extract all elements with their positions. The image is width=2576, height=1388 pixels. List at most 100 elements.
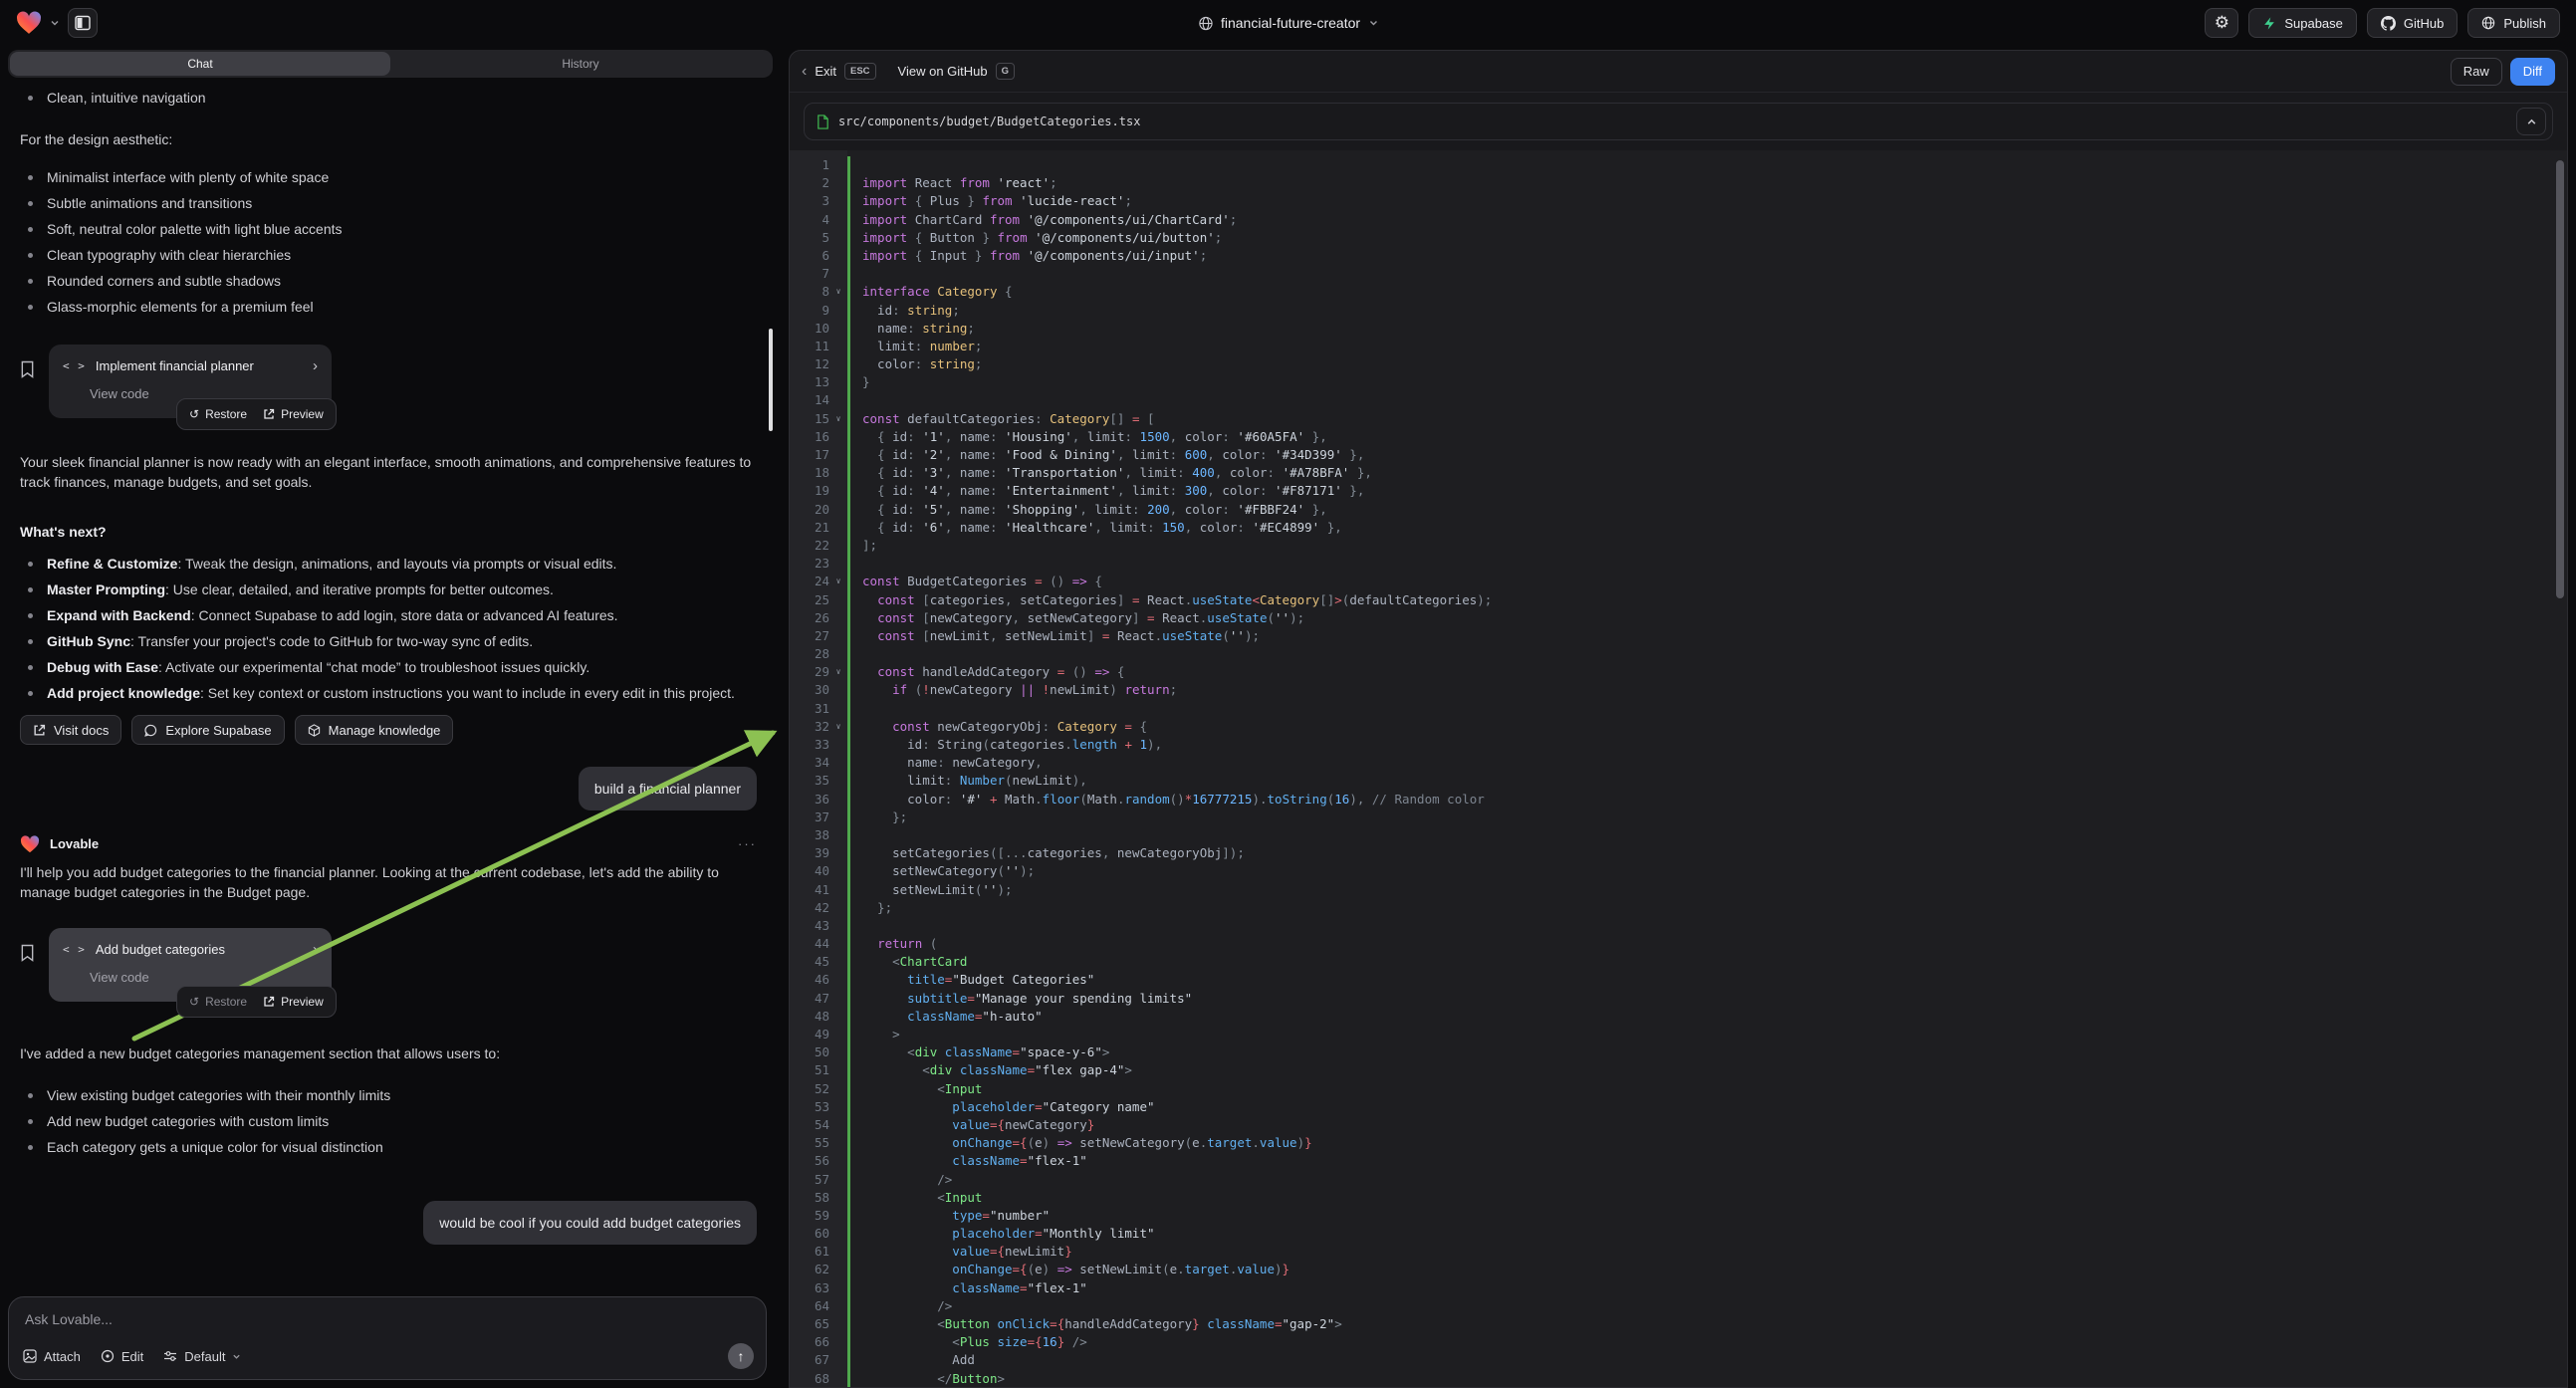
fold-arrow-icon[interactable]: ∨ <box>829 573 847 590</box>
exit-button[interactable]: ‹ Exit ESC <box>802 63 876 81</box>
bookmark-icon[interactable] <box>20 360 35 418</box>
chat-scrollbar-thumb[interactable] <box>769 329 773 431</box>
code-line: 31 <box>790 700 2567 718</box>
code-line: 18 { id: '3', name: 'Transportation', li… <box>790 464 2567 482</box>
line-number: 65 <box>790 1315 829 1333</box>
fold-arrow-icon <box>829 645 847 663</box>
file-path-bar[interactable]: src/components/budget/BudgetCategories.t… <box>804 103 2553 140</box>
fold-arrow-icon <box>829 935 847 953</box>
github-button[interactable]: GitHub <box>2367 8 2458 38</box>
mode-selector[interactable]: Default <box>163 1349 241 1364</box>
settings-button[interactable]: ⚙ <box>2205 8 2238 38</box>
whats-next-heading: What's next? <box>20 522 757 542</box>
code-line: 4import ChartCard from '@/components/ui/… <box>790 211 2567 229</box>
chat-panel: Chat History Clean, intuitive navigation… <box>8 50 773 1388</box>
line-number: 44 <box>790 935 829 953</box>
list-item: Each category gets a unique color for vi… <box>20 1137 757 1157</box>
version-toolbar: ↺ Restore Preview <box>176 398 337 430</box>
line-number: 53 <box>790 1098 829 1116</box>
send-button[interactable]: ↑ <box>728 1343 754 1369</box>
fold-arrow-icon[interactable]: ∨ <box>829 718 847 736</box>
line-number: 7 <box>790 265 829 283</box>
code-line: 1 <box>790 156 2567 174</box>
assistant-header: Lovable ··· <box>20 834 757 854</box>
assistant-paragraph: Your sleek financial planner is now read… <box>20 452 757 492</box>
code-line: 11 limit: number; <box>790 338 2567 355</box>
restore-icon: ↺ <box>189 404 199 424</box>
raw-toggle-button[interactable]: Raw <box>2451 58 2502 86</box>
code-line: 37 }; <box>790 809 2567 826</box>
fold-arrow-icon <box>829 627 847 645</box>
bullet-dot <box>28 665 33 670</box>
gear-icon: ⚙ <box>2215 13 2229 33</box>
list-item: Master Prompting: Use clear, detailed, a… <box>20 579 757 599</box>
fold-arrow-icon[interactable]: ∨ <box>829 283 847 301</box>
collapse-file-button[interactable] <box>2516 108 2546 135</box>
project-switcher[interactable]: financial-future-creator <box>1198 15 1378 31</box>
line-number: 41 <box>790 881 829 899</box>
chat-input[interactable] <box>9 1297 766 1327</box>
fold-arrow-icon <box>829 1152 847 1170</box>
bullet-dot <box>28 279 33 284</box>
fold-arrow-icon <box>829 990 847 1008</box>
fold-arrow-icon <box>829 229 847 247</box>
code-line: 43 <box>790 917 2567 935</box>
view-code-link[interactable]: View code <box>90 968 318 988</box>
line-number: 62 <box>790 1261 829 1278</box>
restore-button[interactable]: ↺ Restore <box>189 992 247 1012</box>
fold-arrow-icon <box>829 1370 847 1388</box>
line-number: 24 <box>790 573 829 590</box>
preview-button[interactable]: Preview <box>263 404 324 424</box>
code-line: 41 setNewLimit(''); <box>790 881 2567 899</box>
version-card-implement-financial-planner[interactable]: < > Implement financial planner › View c… <box>49 345 332 418</box>
tab-chat[interactable]: Chat <box>10 52 390 76</box>
manage-knowledge-button[interactable]: Manage knowledge <box>295 715 454 745</box>
code-line: 66 <Plus size={16} /> <box>790 1333 2567 1351</box>
target-icon <box>101 1349 115 1363</box>
line-number: 64 <box>790 1297 829 1315</box>
bookmark-icon[interactable] <box>20 944 35 1002</box>
more-menu-icon[interactable]: ··· <box>738 834 757 854</box>
fold-arrow-icon <box>829 1008 847 1026</box>
code-icon: < > <box>63 940 86 960</box>
attach-button[interactable]: Attach <box>23 1349 81 1364</box>
fold-arrow-icon[interactable]: ∨ <box>829 663 847 681</box>
preview-button[interactable]: Preview <box>263 992 324 1012</box>
external-link-icon <box>263 408 275 420</box>
fold-arrow-icon <box>829 953 847 971</box>
publish-button[interactable]: Publish <box>2467 8 2560 38</box>
view-on-github-button[interactable]: View on GitHub G <box>898 63 1015 80</box>
chevron-down-icon[interactable] <box>50 18 60 28</box>
toggle-sidebar-button[interactable] <box>68 8 98 38</box>
version-card-add-budget-categories[interactable]: < > Add budget categories › View code ↺ … <box>49 928 332 1002</box>
external-link-icon <box>33 724 46 737</box>
code-line: 45 <ChartCard <box>790 953 2567 971</box>
globe-icon <box>1198 16 1213 31</box>
fold-arrow-icon[interactable]: ∨ <box>829 410 847 428</box>
lovable-logo-icon[interactable] <box>16 11 42 35</box>
code-line: 52 <Input <box>790 1080 2567 1098</box>
tab-history[interactable]: History <box>390 52 771 76</box>
bullet-dot <box>28 639 33 644</box>
github-icon <box>2381 16 2396 31</box>
code-lines: 12import React from 'react';3import { Pl… <box>790 156 2567 1388</box>
list-item: Expand with Backend: Connect Supabase to… <box>20 605 757 625</box>
restore-button[interactable]: ↺ Restore <box>189 404 247 424</box>
diff-toggle-button[interactable]: Diff <box>2510 58 2555 86</box>
edit-button[interactable]: Edit <box>101 1349 143 1364</box>
line-number: 58 <box>790 1189 829 1207</box>
line-number: 43 <box>790 917 829 935</box>
version-card-title: Add budget categories <box>96 940 225 960</box>
code-editor[interactable]: 12import React from 'react';3import { Pl… <box>790 150 2567 1387</box>
bullet-dot <box>28 562 33 567</box>
code-line: 19 { id: '4', name: 'Entertainment', lim… <box>790 482 2567 500</box>
code-scrollbar-thumb[interactable] <box>2556 160 2564 598</box>
list-item: Rounded corners and subtle shadows <box>20 271 757 291</box>
visit-docs-button[interactable]: Visit docs <box>20 715 121 745</box>
line-number: 37 <box>790 809 829 826</box>
fold-arrow-icon <box>829 1315 847 1333</box>
g-key-badge: G <box>996 63 1015 80</box>
fold-arrow-icon <box>829 609 847 627</box>
explore-supabase-button[interactable]: Explore Supabase <box>131 715 284 745</box>
supabase-button[interactable]: Supabase <box>2248 8 2357 38</box>
